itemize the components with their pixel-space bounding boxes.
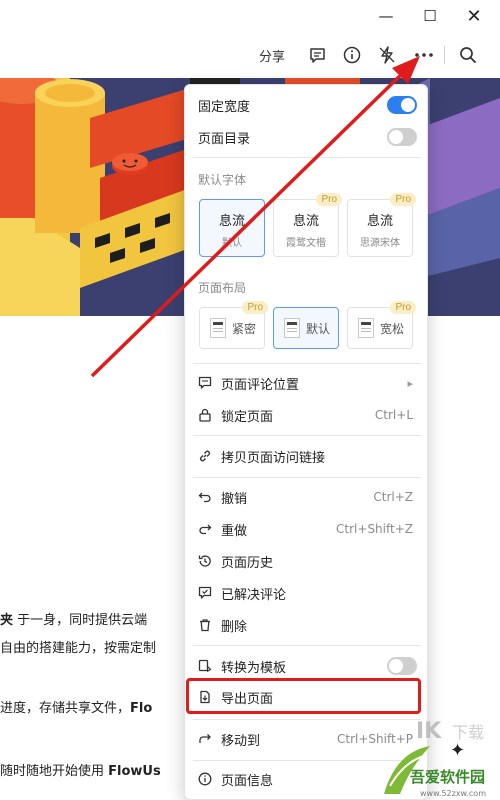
svg-text:IK: IK [416, 719, 442, 744]
watermark-url: www.52zxw.com [420, 789, 486, 798]
site-watermark: IK 下载 吾爱软件园 www.52zxw.com [370, 716, 500, 800]
annotation-arrow [90, 56, 420, 378]
svg-text:下载: 下载 [452, 723, 484, 742]
watermark-brand: 吾爱软件园 [410, 768, 485, 786]
